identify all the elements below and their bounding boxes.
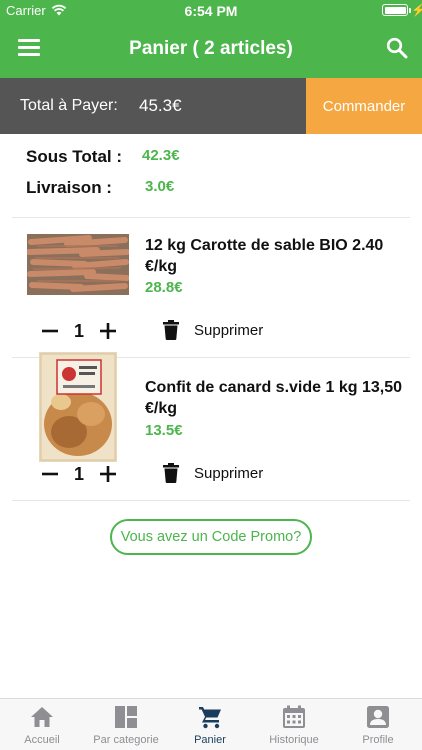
profile-icon bbox=[367, 706, 389, 728]
battery-icon bbox=[382, 4, 408, 16]
delete-button[interactable]: Supprimer bbox=[194, 465, 263, 482]
app-header: Carrier 6:54 PM ⚡ Panier ( 2 articles) bbox=[0, 0, 422, 78]
tab-bar: Accueil Par categorie Panier Historique … bbox=[0, 698, 422, 750]
trash-icon[interactable] bbox=[163, 320, 179, 340]
product-image-duck-confit[interactable] bbox=[39, 352, 117, 462]
home-icon bbox=[31, 707, 53, 727]
quantity-value: 1 bbox=[73, 321, 84, 341]
delete-button[interactable]: Supprimer bbox=[194, 322, 263, 339]
item-price: 28.8€ bbox=[145, 279, 183, 296]
navbar: Panier ( 2 articles) bbox=[0, 22, 422, 78]
product-image-carrots[interactable] bbox=[27, 234, 129, 295]
tab-panier[interactable]: Panier bbox=[168, 699, 252, 750]
item-price: 13.5€ bbox=[145, 422, 183, 439]
divider bbox=[12, 217, 410, 218]
tab-label: Par categorie bbox=[93, 734, 159, 746]
trash-icon[interactable] bbox=[163, 463, 179, 483]
item-title: 12 kg Carotte de sable BIO 2.40 €/kg bbox=[145, 237, 384, 275]
tab-label: Panier bbox=[194, 734, 226, 746]
categories-icon bbox=[115, 706, 137, 728]
calendar-icon bbox=[283, 705, 305, 728]
search-icon[interactable] bbox=[386, 37, 408, 59]
order-button[interactable]: Commander bbox=[306, 78, 422, 134]
divider bbox=[12, 500, 410, 501]
minus-icon[interactable] bbox=[40, 321, 60, 341]
total-label: Total à Payer: bbox=[20, 97, 118, 114]
promo-code-button[interactable]: Vous avez un Code Promo? bbox=[110, 519, 312, 555]
tab-par-categorie[interactable]: Par categorie bbox=[84, 699, 168, 750]
total-bar: Total à Payer: 45.3€ Commander bbox=[0, 78, 422, 134]
delivery-label: Livraison : bbox=[26, 178, 112, 197]
total-amount: 45.3€ bbox=[139, 96, 182, 115]
quantity-value: 1 bbox=[73, 464, 84, 484]
tab-label: Profile bbox=[362, 734, 394, 746]
status-bar: Carrier 6:54 PM ⚡ bbox=[0, 0, 422, 22]
plus-icon[interactable] bbox=[98, 321, 118, 341]
subtotal-value: 42.3€ bbox=[142, 147, 180, 164]
tab-profile[interactable]: Profile bbox=[336, 699, 420, 750]
cart-icon bbox=[199, 707, 221, 729]
charging-icon: ⚡ bbox=[411, 3, 422, 17]
subtotal-label: Sous Total : bbox=[26, 147, 123, 166]
tab-label: Historique bbox=[269, 734, 319, 746]
delivery-value: 3.0€ bbox=[145, 178, 175, 195]
tab-historique[interactable]: Historique bbox=[252, 699, 336, 750]
tab-accueil[interactable]: Accueil bbox=[0, 699, 84, 750]
status-time: 6:54 PM bbox=[184, 3, 238, 19]
minus-icon[interactable] bbox=[40, 464, 60, 484]
page-title: Panier ( 2 articles) bbox=[129, 38, 293, 59]
plus-icon[interactable] bbox=[98, 464, 118, 484]
tab-label: Accueil bbox=[24, 734, 60, 746]
item-title: Confit de canard s.vide 1 kg 13,50 €/kg bbox=[145, 379, 402, 417]
